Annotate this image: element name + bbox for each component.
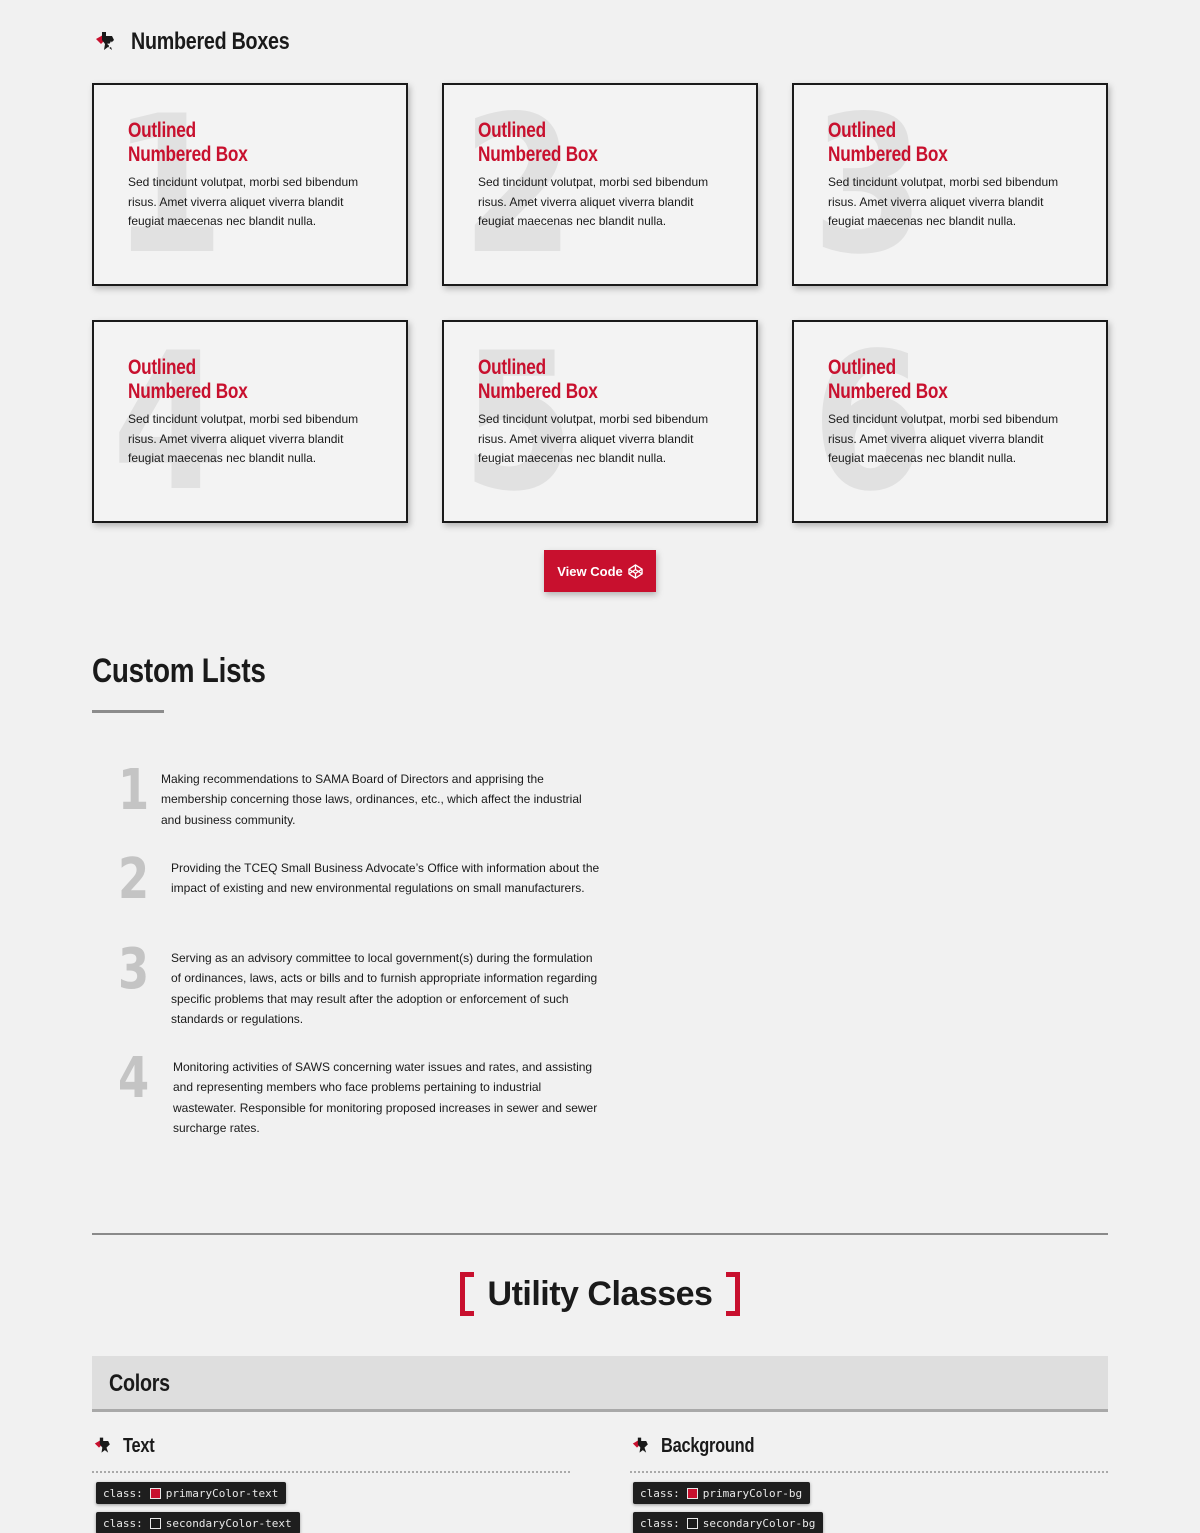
code-snippet: class: primaryColor-text <box>96 1482 287 1504</box>
code-snippet: class: primaryColor-bg <box>633 1482 811 1504</box>
texas-star-logo-icon <box>96 32 115 50</box>
box-body: Sed tincidunt volutpat, morbi sed bibend… <box>128 175 359 228</box>
numbered-box: 2 Outlined Numbered Box Sed tincidunt vol… <box>442 83 758 286</box>
list-text: Serving as an advisory committee to loca… <box>171 951 598 1026</box>
texas-star-logo-icon <box>94 1437 110 1453</box>
list-text: Monitoring activities of SAWS concerning… <box>173 1060 598 1135</box>
color-swatch <box>149 1487 161 1499</box>
box-body: Sed tincidunt volutpat, morbi sed bibend… <box>478 175 709 228</box>
box-body: Sed tincidunt volutpat, morbi sed bibend… <box>478 412 709 465</box>
class-name: secondaryColor-text <box>165 1516 292 1530</box>
background-subheading: Background <box>630 1433 775 1459</box>
numbered-boxes-heading: Numbered Boxes <box>93 26 324 58</box>
box-title: Outlined Numbered Box <box>478 356 598 403</box>
numbered-box: 4 Outlined Numbered Box Sed tincidunt vol… <box>92 320 408 523</box>
list-number: 3 <box>118 937 150 1002</box>
custom-lists-title: Custom Lists <box>92 652 266 690</box>
class-name: primaryColor-bg <box>702 1486 803 1500</box>
code-prefix: class: <box>640 1486 680 1500</box>
color-swatch <box>686 1517 698 1529</box>
colors-title: Colors <box>109 1370 170 1397</box>
box-title: Outlined Numbered Box <box>478 119 598 166</box>
box-title: Outlined Numbered Box <box>128 119 248 166</box>
box-title: Outlined Numbered Box <box>828 356 948 403</box>
color-swatch <box>686 1487 698 1499</box>
list-number: 4 <box>118 1046 150 1111</box>
code-prefix: class: <box>640 1516 680 1530</box>
numbered-box: 3 Outlined Numbered Box Sed tincidunt vol… <box>792 83 1108 286</box>
code-snippet: class: secondaryColor-text <box>96 1512 300 1533</box>
numbered-box: 1 Outlined Numbered Box Sed tincidunt vol… <box>92 83 408 286</box>
box-body: Sed tincidunt volutpat, morbi sed bibend… <box>828 175 1059 228</box>
left-bracket-icon <box>459 1272 474 1316</box>
colors-header: Colors <box>92 1356 1108 1412</box>
title-underline <box>92 710 164 713</box>
list-number: 1 <box>118 758 150 823</box>
list-number: 2 <box>118 847 150 912</box>
color-swatch <box>149 1517 161 1529</box>
code-prefix: class: <box>103 1516 143 1530</box>
code-snippet: class: secondaryColor-bg <box>633 1512 824 1533</box>
view-code-button[interactable]: View Code <box>544 550 656 592</box>
text-title: Text <box>123 1434 155 1457</box>
section-divider <box>92 1233 1108 1235</box>
dotted-divider <box>92 1471 570 1473</box>
numbered-box: 5 Outlined Numbered Box Sed tincidunt vol… <box>442 320 758 523</box>
class-name: secondaryColor-bg <box>702 1516 816 1530</box>
utility-classes-heading: Utility Classes <box>0 1268 1200 1320</box>
box-body: Sed tincidunt volutpat, morbi sed bibend… <box>828 412 1059 465</box>
numbered-box: 6 Outlined Numbered Box Sed tincidunt vol… <box>792 320 1108 523</box>
box-title: Outlined Numbered Box <box>128 356 248 403</box>
texas-star-logo-icon <box>632 1437 648 1453</box>
box-title: Outlined Numbered Box <box>828 119 948 166</box>
list-text: Making recommendations to SAMA Board of … <box>161 772 582 827</box>
codepen-icon <box>628 563 643 579</box>
text-subheading: Text <box>92 1433 161 1459</box>
code-prefix: class: <box>103 1486 143 1500</box>
right-bracket-icon <box>726 1272 741 1316</box>
background-title: Background <box>661 1434 755 1457</box>
class-name: primaryColor-text <box>165 1486 279 1500</box>
dotted-divider <box>630 1471 1108 1473</box>
section-title: Numbered Boxes <box>131 28 290 55</box>
utility-classes-title: Utility Classes <box>487 1274 713 1313</box>
view-code-label: View Code <box>557 563 623 579</box>
box-body: Sed tincidunt volutpat, morbi sed bibend… <box>128 412 359 465</box>
list-text: Providing the TCEQ Small Business Advoca… <box>171 861 600 896</box>
